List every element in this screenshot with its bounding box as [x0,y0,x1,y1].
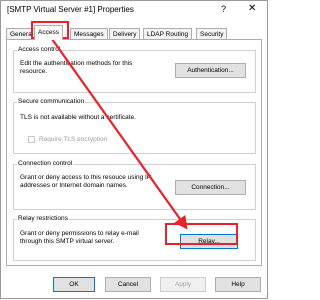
annotation-arrow-icon [51,38,188,230]
tab-access[interactable]: Access [34,25,63,40]
